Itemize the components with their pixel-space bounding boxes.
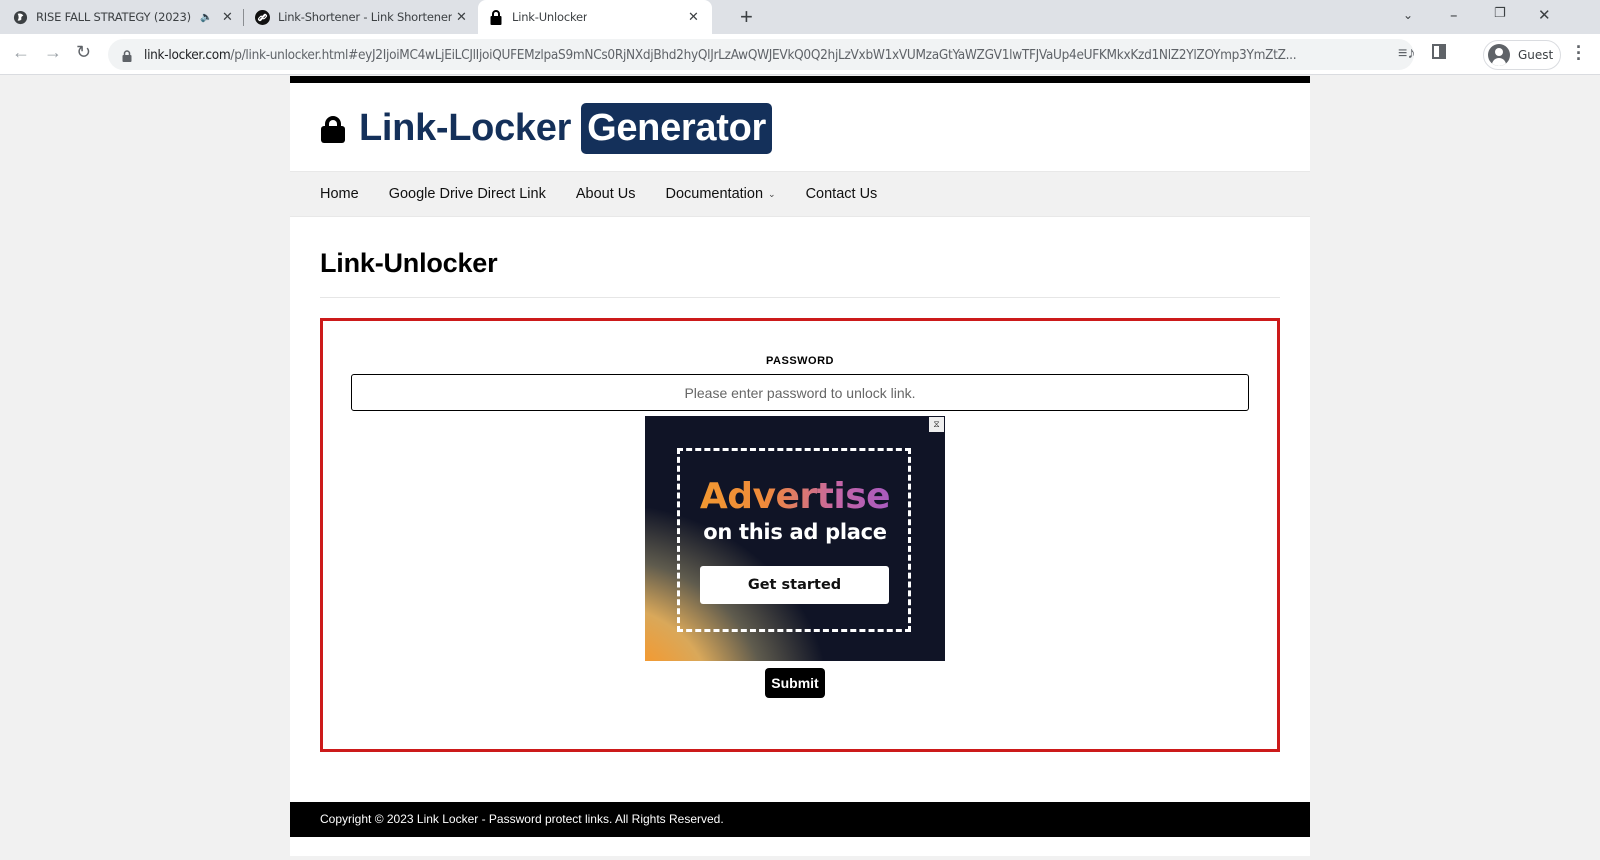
avatar-icon bbox=[1488, 44, 1510, 66]
brand-name: Link-Locker bbox=[359, 107, 572, 149]
tab-link-unlocker[interactable]: Link-Unlocker ✕ bbox=[478, 0, 712, 34]
brand-badge: Generator bbox=[581, 103, 773, 154]
ad-headline: Advertise bbox=[645, 476, 945, 517]
address-bar[interactable]: link-locker.com/p/link-unlocker.html#eyJ… bbox=[108, 39, 1414, 70]
ad-get-started-button[interactable]: Get started bbox=[700, 566, 889, 604]
close-tab-icon[interactable]: ✕ bbox=[222, 10, 233, 25]
side-panel-icon[interactable] bbox=[1432, 44, 1446, 64]
tab-title: RISE FALL STRATEGY (2023) bbox=[36, 10, 191, 24]
nav-label: Contact Us bbox=[805, 186, 878, 202]
back-icon[interactable]: ← bbox=[12, 42, 30, 63]
tab-rise-fall-strategy[interactable]: RISE FALL STRATEGY (2023) 🔈 ✕ bbox=[12, 0, 242, 34]
minimize-icon[interactable]: – bbox=[1450, 6, 1458, 24]
tab-title: Link-Unlocker bbox=[512, 10, 588, 24]
copyright-text: Copyright © 2023 Link Locker - Password … bbox=[320, 812, 724, 826]
chevron-down-icon: ⌄ bbox=[768, 188, 776, 199]
advertisement-banner[interactable]: Advertise on this ad place Get started ⧖ bbox=[645, 416, 945, 661]
secure-lock-icon[interactable] bbox=[122, 49, 132, 62]
nav-label: Google Drive Direct Link bbox=[388, 186, 546, 202]
speaker-icon[interactable]: 🔈 bbox=[200, 12, 212, 23]
close-tab-icon[interactable]: ✕ bbox=[688, 10, 699, 25]
url-text[interactable]: link-locker.com/p/link-unlocker.html#eyJ… bbox=[144, 47, 1296, 63]
browser-toolbar: ← → ↻ link-locker.com/p/link-unlocker.ht… bbox=[0, 34, 1600, 75]
password-label: PASSWORD bbox=[766, 355, 834, 367]
url-host: link-locker.com bbox=[144, 46, 231, 63]
title-divider bbox=[320, 297, 1280, 298]
nav-google-drive-direct-link[interactable]: Google Drive Direct Link bbox=[389, 186, 546, 202]
submit-button[interactable]: Submit bbox=[765, 668, 825, 698]
nav-home[interactable]: Home bbox=[320, 186, 359, 202]
forward-icon[interactable]: → bbox=[44, 42, 62, 63]
top-accent-bar bbox=[290, 76, 1310, 83]
url-path: /p/link-unlocker.html#eyJ2IjoiMC4wLjEiLC… bbox=[230, 46, 1297, 63]
ad-subline: on this ad place bbox=[703, 520, 887, 544]
nav-label: Documentation bbox=[665, 186, 764, 202]
tab-link-shortener[interactable]: Link-Shortener - Link Shortener ✕ bbox=[254, 0, 474, 34]
browser-menu-icon[interactable]: · · · bbox=[1576, 38, 1582, 68]
adchoices-icon[interactable]: ⧖ bbox=[929, 417, 944, 432]
new-tab-button[interactable]: + bbox=[740, 4, 753, 30]
profile-button[interactable]: Guest bbox=[1483, 40, 1561, 70]
site-footer: Copyright © 2023 Link Locker - Password … bbox=[290, 802, 1310, 837]
close-tab-icon[interactable]: ✕ bbox=[456, 10, 467, 25]
nav-label: Home bbox=[320, 186, 359, 202]
page-container: Link-Locker Generator Home Google Drive … bbox=[290, 76, 1310, 856]
padlock-icon bbox=[321, 112, 345, 146]
main-nav: Home Google Drive Direct Link About Us D… bbox=[290, 171, 1310, 217]
close-window-icon[interactable]: ✕ bbox=[1538, 6, 1551, 24]
nav-contact-us[interactable]: Contact Us bbox=[806, 186, 878, 202]
media-control-icon[interactable]: ≡♪ bbox=[1398, 45, 1415, 63]
page-title: Link-Unlocker bbox=[320, 248, 498, 278]
globe-icon bbox=[12, 9, 28, 25]
password-input[interactable] bbox=[351, 374, 1249, 411]
nav-about-us[interactable]: About Us bbox=[576, 186, 636, 202]
tab-divider bbox=[243, 9, 244, 26]
restore-icon[interactable]: ❐ bbox=[1494, 6, 1506, 21]
nav-documentation[interactable]: Documentation ⌄ bbox=[666, 186, 776, 202]
tab-search-chevron-icon[interactable]: ⌄ bbox=[1403, 8, 1413, 22]
lock-icon bbox=[488, 9, 504, 25]
nav-label: About Us bbox=[575, 186, 636, 202]
profile-label: Guest bbox=[1518, 48, 1554, 62]
browser-tab-strip: RISE FALL STRATEGY (2023) 🔈 ✕ Link-Short… bbox=[0, 0, 1600, 34]
tab-title: Link-Shortener - Link Shortener bbox=[278, 10, 453, 24]
reload-icon[interactable]: ↻ bbox=[76, 42, 91, 63]
site-logo[interactable]: Link-Locker Generator bbox=[321, 103, 773, 154]
unlock-form: PASSWORD Advertise on this ad place Get … bbox=[320, 318, 1280, 752]
link-icon bbox=[254, 9, 270, 25]
